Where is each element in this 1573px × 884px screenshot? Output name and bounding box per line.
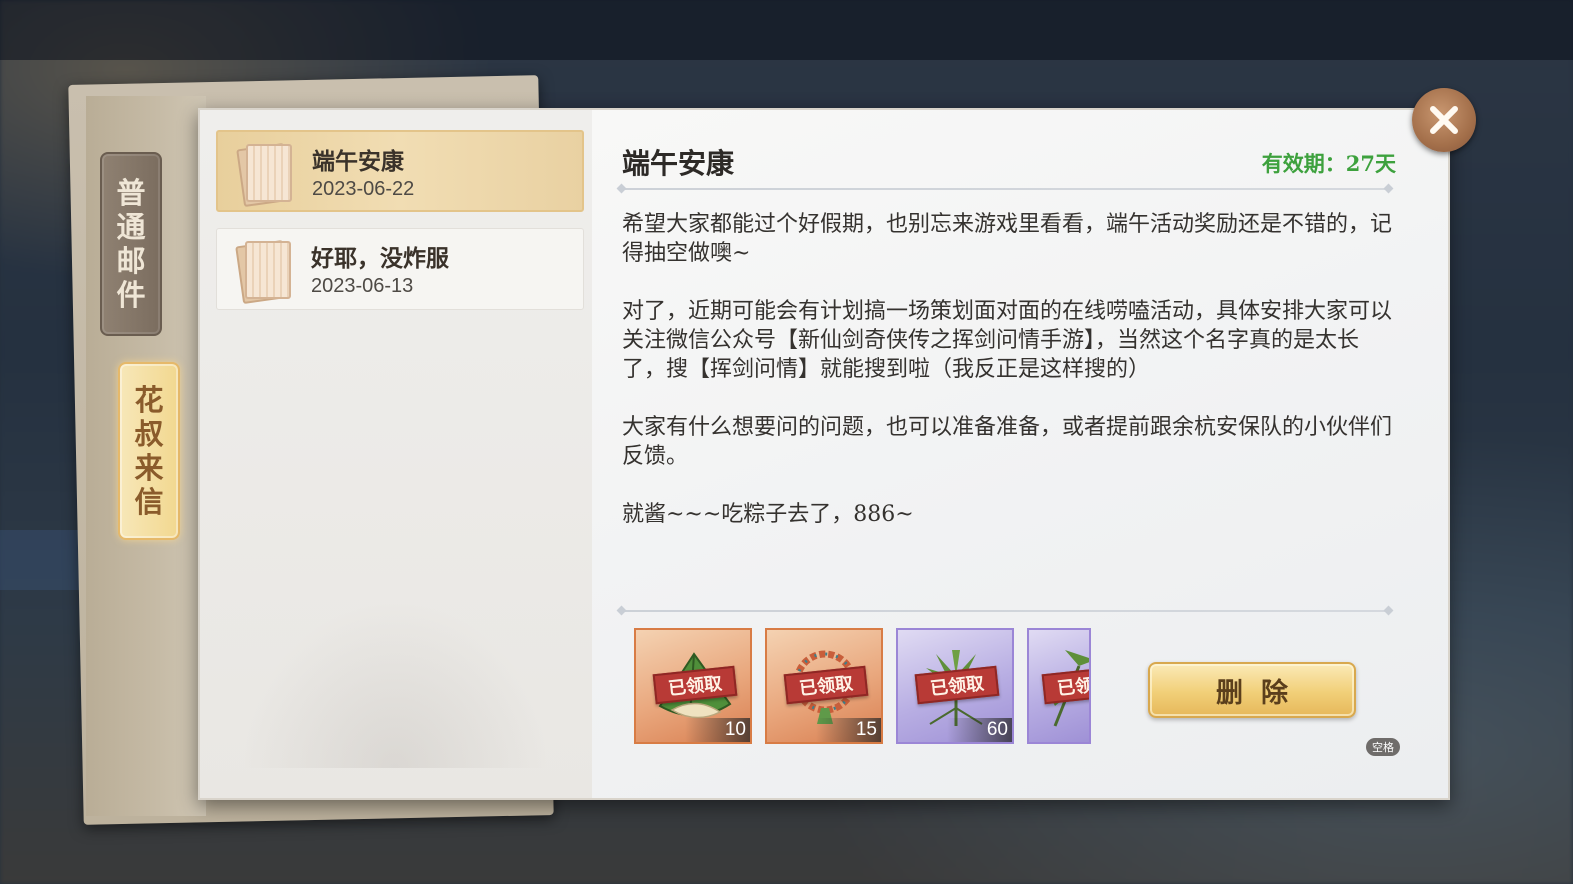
mail-title: 好耶，没炸服 bbox=[311, 245, 449, 272]
tab-uncle-letter-char: 信 bbox=[134, 485, 164, 519]
mail-date: 2023-06-22 bbox=[312, 178, 415, 200]
mail-paragraph: 就酱~~~吃粽子去了，886~ bbox=[622, 502, 914, 527]
tab-normal-mail-char: 件 bbox=[116, 278, 146, 312]
background-top-bar bbox=[0, 0, 1573, 60]
mountain-decoration bbox=[230, 588, 560, 768]
tab-normal-mail-char: 通 bbox=[116, 210, 146, 244]
mail-title: 端午安康 bbox=[312, 148, 404, 175]
tab-uncle-letter-char: 来 bbox=[134, 451, 164, 485]
reward-count: 10 bbox=[684, 718, 750, 742]
envelope-icon bbox=[235, 239, 291, 305]
mail-panel: 端午安康 2023-06-22 好耶，没炸服 2023-06-13 端午安康 有… bbox=[198, 108, 1450, 800]
envelope-icon bbox=[236, 142, 292, 208]
mail-list-item[interactable]: 好耶，没炸服 2023-06-13 bbox=[216, 228, 584, 310]
mail-list-item-selected[interactable]: 端午安康 2023-06-22 bbox=[216, 130, 584, 212]
tab-normal-mail-char: 普 bbox=[116, 176, 146, 210]
delete-button[interactable]: 删除 bbox=[1148, 662, 1356, 718]
tab-normal-mail[interactable]: 普 通 邮 件 bbox=[100, 152, 162, 336]
divider bbox=[622, 188, 1388, 190]
mail-date: 2023-06-13 bbox=[311, 275, 414, 297]
mail-list: 端午安康 2023-06-22 好耶，没炸服 2023-06-13 bbox=[200, 110, 592, 798]
reward-count: 15 bbox=[815, 718, 881, 742]
reward-slot[interactable]: 已领取 10 bbox=[634, 628, 752, 744]
envelope-front bbox=[245, 241, 291, 299]
close-icon bbox=[1430, 106, 1458, 134]
mail-detail-title: 端午安康 bbox=[622, 147, 735, 180]
tab-uncle-letter-char: 花 bbox=[134, 383, 164, 417]
divider bbox=[622, 610, 1388, 612]
tab-uncle-letter-char: 叔 bbox=[134, 417, 164, 451]
reward-slot[interactable]: 已领取 60 bbox=[896, 628, 1014, 744]
mail-detail: 端午安康 有效期：27天 希望大家都能过个好假期，也别忘来游戏里看看，端午活动奖… bbox=[592, 110, 1448, 798]
mail-body[interactable]: 希望大家都能过个好假期，也别忘来游戏里看看，端午活动奖励还是不错的，记得抽空做噢… bbox=[622, 210, 1394, 558]
reward-list[interactable]: 已领取 10 已领取 15 已领取 60 已领取 bbox=[634, 628, 1094, 746]
space-key-hint: 空格 bbox=[1366, 738, 1400, 756]
mail-paragraph: 对了，近期可能会有计划搞一场策划面对面的在线唠嗑活动，具体安排大家可以关注微信公… bbox=[622, 299, 1393, 382]
reward-count: 60 bbox=[946, 718, 1012, 742]
tab-normal-mail-char: 邮 bbox=[116, 244, 146, 278]
close-button[interactable] bbox=[1412, 88, 1476, 152]
envelope-front bbox=[246, 144, 292, 202]
tab-uncle-letter[interactable]: 花 叔 来 信 bbox=[118, 362, 180, 540]
mail-paragraph: 希望大家都能过个好假期，也别忘来游戏里看看，端午活动奖励还是不错的，记得抽空做噢… bbox=[622, 212, 1393, 266]
validity-label: 有效期：27天 bbox=[1261, 151, 1396, 176]
mail-paragraph: 大家有什么想要问的问题，也可以准备准备，或者提前跟余杭安保队的小伙伴们反馈。 bbox=[622, 415, 1393, 469]
reward-slot-partial[interactable]: 已领取 bbox=[1027, 628, 1091, 744]
reward-slot[interactable]: 已领取 15 bbox=[765, 628, 883, 744]
